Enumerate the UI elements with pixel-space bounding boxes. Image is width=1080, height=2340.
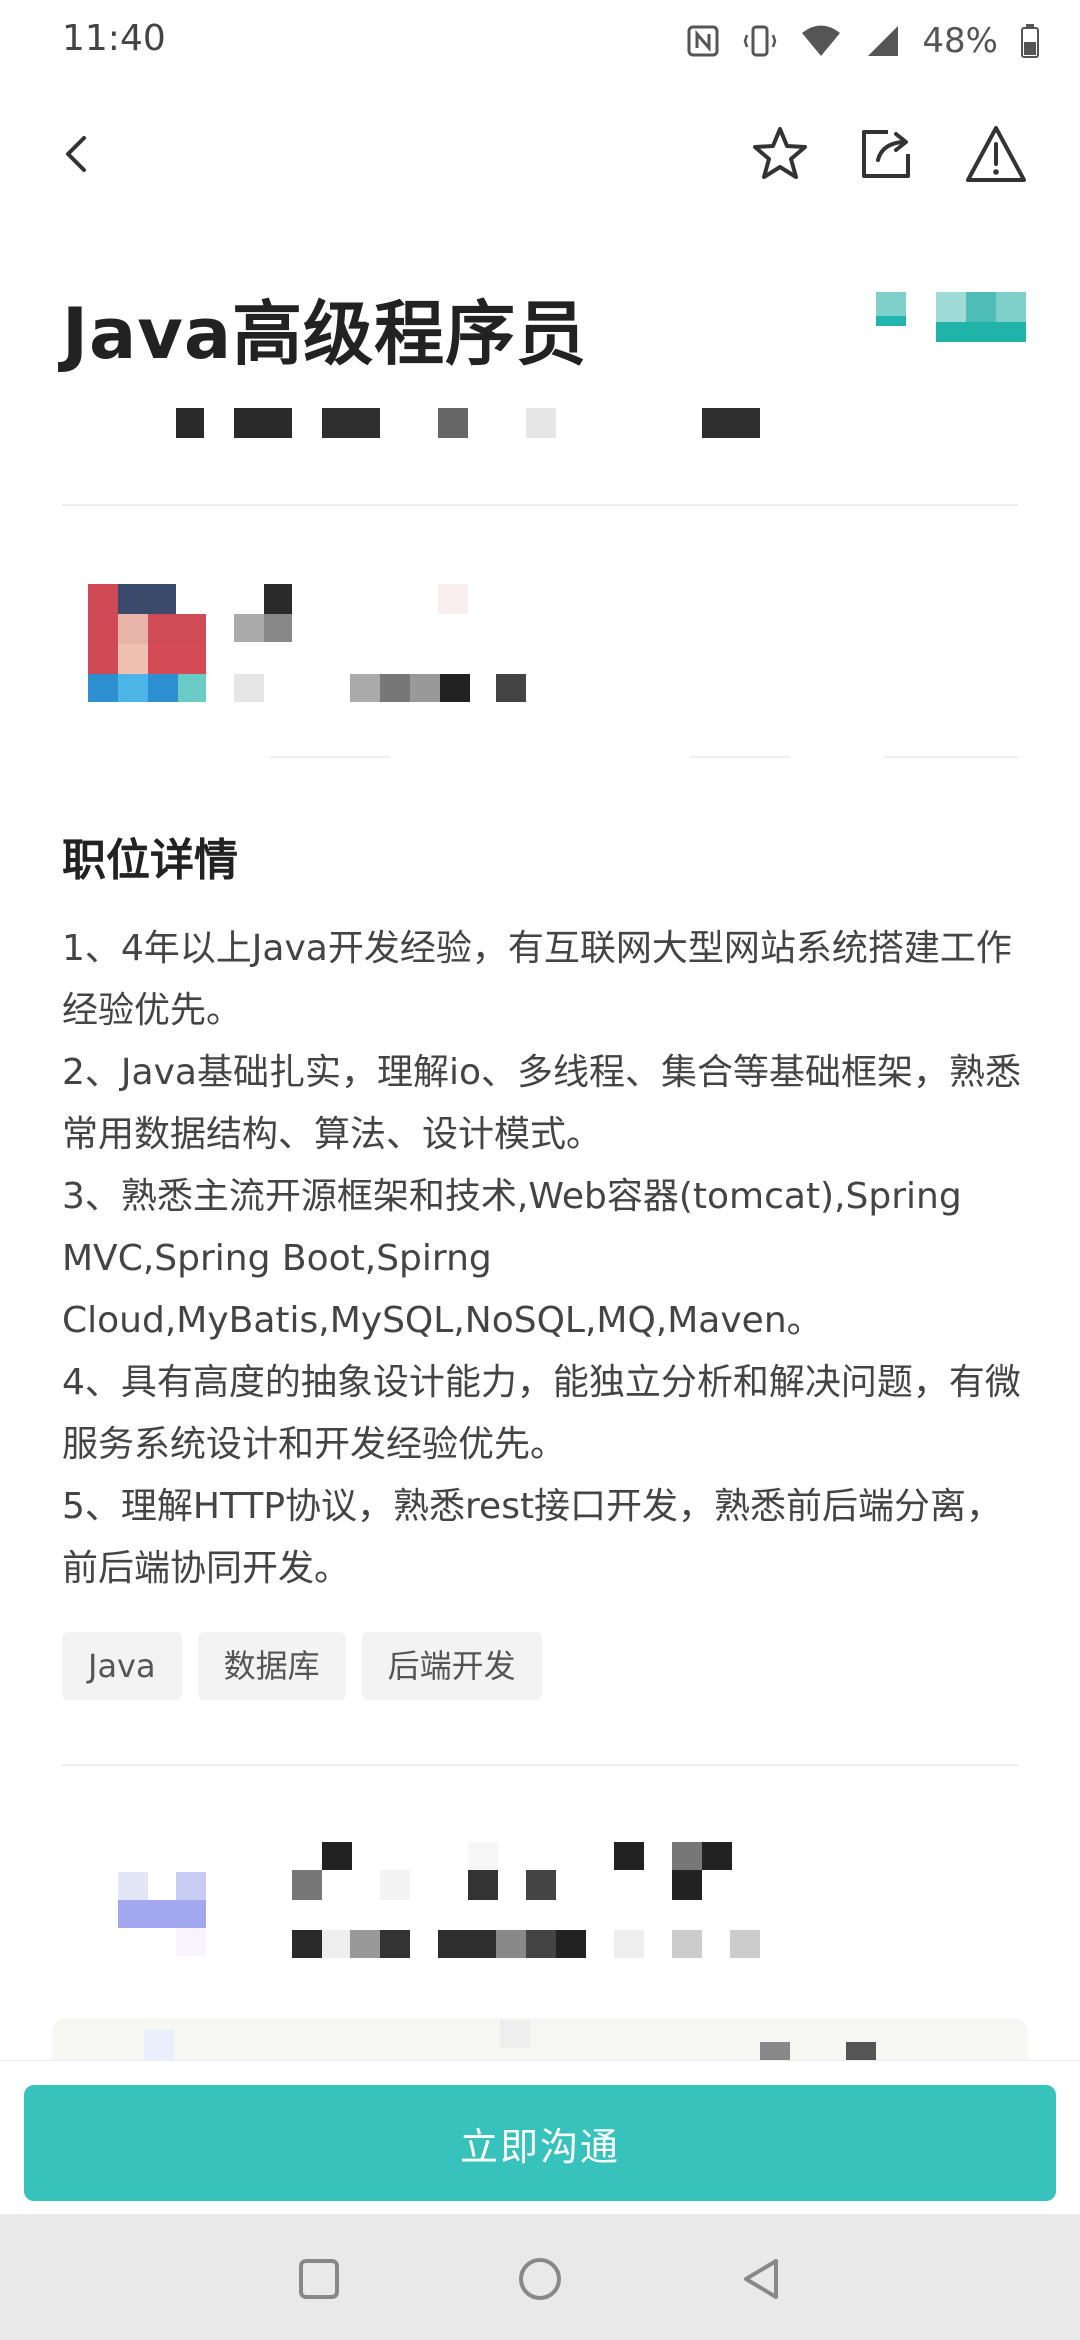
system-nav-bar: [0, 2214, 1080, 2340]
chat-now-button[interactable]: 立即沟通: [24, 2085, 1056, 2201]
wifi-icon: [800, 24, 842, 58]
tag-database[interactable]: 数据库: [197, 1632, 346, 1700]
requirement-item: 2、Java基础扎实，理解io、多线程、集合等基础框架，熟悉常用数据结构、算法、…: [62, 1052, 1021, 1155]
tag-backend[interactable]: 后端开发: [361, 1632, 542, 1700]
bottom-action-bar: 立即沟通: [0, 2060, 1080, 2215]
vibrate-icon: [742, 23, 778, 59]
status-time: 11:40: [62, 18, 166, 59]
back-nav-button[interactable]: [726, 2244, 796, 2314]
recent-apps-button[interactable]: [284, 2244, 354, 2314]
battery-percent: 48%: [922, 21, 998, 61]
recent-apps-icon: [299, 2259, 339, 2299]
section-title-job-details: 职位详情: [62, 835, 238, 886]
share-button[interactable]: [846, 114, 926, 194]
company-logo: [876, 292, 1026, 352]
divider: [884, 756, 1018, 758]
favorite-button[interactable]: [740, 114, 820, 194]
battery-icon: [1020, 23, 1040, 59]
requirement-item: 4、具有高度的抽象设计能力，能独立分析和解决问题，有微服务系统设计和开发经验优先…: [62, 1362, 1021, 1465]
nfc-icon: [686, 24, 720, 58]
status-bar: 11:40 48%: [0, 0, 1080, 84]
divider: [270, 756, 390, 758]
header-toolbar: [0, 100, 1080, 200]
tag-java[interactable]: Java: [62, 1632, 182, 1700]
divider: [62, 504, 1018, 506]
requirement-item: 1、4年以上Java开发经验，有互联网大型网站系统搭建工作经验优先。: [62, 928, 1012, 1031]
back-button[interactable]: [36, 114, 116, 194]
home-icon: [519, 2258, 561, 2300]
report-icon: [966, 126, 1026, 182]
job-description: 1、4年以上Java开发经验，有互联网大型网站系统搭建工作经验优先。 2、Jav…: [62, 918, 1022, 1600]
requirement-item: 3、熟悉主流开源框架和技术,Web容器(tomcat),Spring MVC,S…: [62, 1176, 962, 1341]
share-icon: [862, 130, 910, 178]
signal-icon: [864, 24, 900, 58]
skill-tags: Java 数据库 后端开发: [62, 1632, 542, 1700]
requirement-item: 5、理解HTTP协议，熟悉rest接口开发，熟悉前后端分离，前后端协同开发。: [62, 1486, 1003, 1589]
back-icon: [66, 136, 86, 172]
divider: [690, 756, 790, 758]
status-icons: 48%: [686, 16, 1040, 66]
divider: [62, 1764, 1018, 1766]
home-button[interactable]: [505, 2244, 575, 2314]
report-button[interactable]: [956, 114, 1036, 194]
star-icon: [753, 127, 807, 179]
back-nav-icon: [744, 2259, 778, 2299]
job-title: Java高级程序员: [62, 293, 588, 375]
